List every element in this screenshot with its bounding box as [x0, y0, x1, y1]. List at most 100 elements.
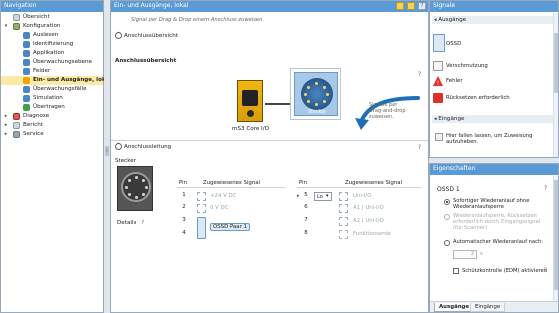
scrollbar-thumb[interactable] [554, 33, 558, 93]
nav-item-fields[interactable]: Felder [1, 67, 103, 76]
overview-section-header[interactable]: ˄ Anschlussübersicht [115, 32, 178, 39]
pin-expand-icon[interactable]: ▸ [297, 193, 300, 199]
tab-outputs[interactable]: Ausgänge [434, 303, 475, 312]
properties-scrollbar[interactable] [553, 176, 558, 301]
outputs-group-header[interactable]: ◂ Ausgänge [432, 16, 556, 24]
status-dot-icon [23, 68, 30, 75]
nav-item-overview[interactable]: Übersicht [1, 13, 103, 22]
nav-item-diagnosis[interactable]: ▸ Diagnose [1, 112, 103, 121]
auto-restart-delay-input[interactable]: 2 [453, 250, 477, 259]
signal-label: OSSD [446, 41, 462, 47]
nav-item-monitoring-plane[interactable]: Überwachungsebene [1, 58, 103, 67]
plug-icon [197, 204, 206, 213]
pin-number: 2 [182, 204, 186, 210]
level-select-value: Lo [317, 194, 323, 200]
nav-item-label: Auslesen [33, 32, 59, 38]
signal-item-reset-required[interactable]: Rücksetzen erforderlich [433, 92, 510, 104]
help-icon[interactable]: ? [141, 220, 144, 226]
properties-heading: OSSD 1 [437, 186, 460, 193]
connector-tile[interactable]: Stecker [294, 72, 338, 116]
signals-scrollbar[interactable] [553, 13, 558, 157]
table-row[interactable]: 2 0 V DC [177, 204, 285, 215]
connector-icon [301, 78, 333, 110]
warning-icon: ! [433, 76, 443, 87]
nav-item-io-local[interactable]: Ein- und Ausgänge, lokal [1, 76, 111, 85]
status-dot-icon [23, 41, 30, 48]
signals-panel: Signale ◂ Ausgänge OSSD Verschmutzung ! … [429, 0, 559, 158]
expand-icon[interactable]: ▸ [3, 112, 9, 121]
table-row[interactable]: 1 +24 V DC [177, 192, 285, 203]
collapse-icon[interactable]: ◂ [434, 17, 437, 23]
help-icon[interactable]: ? [542, 267, 549, 274]
nav-item-label: Ein- und Ausgänge, lokal [33, 77, 112, 83]
signal-item-ossd[interactable]: OSSD [433, 34, 462, 52]
pin-number: 3 [182, 217, 186, 223]
trash-icon [435, 133, 443, 141]
restart-immediate-radio[interactable] [444, 199, 450, 205]
status-dot-icon [23, 104, 30, 111]
properties-title: Eigenschaften [430, 164, 558, 175]
signal-item-contamination[interactable]: Verschmutzung [433, 60, 488, 72]
details-link[interactable]: Details ? [117, 220, 144, 226]
column-header-pin: Pin [179, 180, 188, 186]
table-row[interactable]: 4 OSSD Paar 1 [177, 223, 285, 241]
unassign-drop-zone[interactable]: Hier fallen lassen, um Zuweisung aufzuhe… [435, 133, 546, 145]
import-icon[interactable] [396, 2, 404, 10]
collapse-handle-icon[interactable]: ‹ [105, 146, 109, 156]
table-row[interactable]: ▸ 5 Lo ▾ Uni-I/O [297, 192, 421, 203]
nav-item-read-out[interactable]: Auslesen [1, 31, 103, 40]
nav-item-identification[interactable]: Identifizierung [1, 40, 103, 49]
nav-item-monitoring-cases[interactable]: Überwachungsfälle [1, 85, 103, 94]
connector-frame[interactable]: Stecker [290, 68, 341, 120]
column-header-signal: Zugewiesenes Signal [345, 180, 403, 186]
nav-item-label: Überwachungsebene [33, 59, 92, 65]
navigation-tree: Übersicht ▾ Konfiguration Auslesen Ident… [1, 13, 111, 139]
signal-item-error[interactable]: ! Fehler [433, 75, 463, 87]
overview-section-label: Anschlussübersicht [124, 33, 178, 39]
plug-icon [339, 192, 348, 201]
table-row[interactable]: 7 A2 | Uni-I/O [297, 217, 421, 228]
nav-item-report[interactable]: ▸ Bericht [1, 121, 103, 130]
section-divider [111, 140, 428, 141]
restart-immediate-label: Sofortiger Wiederanlauf ohne Wiederanlau… [453, 198, 530, 210]
table-row[interactable]: 6 A1 | Uni-I/O [297, 204, 421, 215]
nav-item-simulation[interactable]: Simulation [1, 94, 103, 103]
collapse-icon[interactable]: ˄ [115, 143, 122, 150]
nav-item-service[interactable]: ▸ Service [1, 130, 103, 139]
export-icon[interactable] [407, 2, 415, 10]
assigned-signal: Uni-I/O [353, 193, 372, 199]
properties-tabbar: Ausgänge Eingänge [430, 301, 558, 312]
assigned-signal[interactable]: OSSD Paar 1 [210, 223, 250, 231]
table-row[interactable]: 8 Funktionserde [297, 230, 421, 241]
level-select[interactable]: Lo ▾ [314, 192, 332, 201]
nav-item-label: Applikation [33, 50, 65, 56]
collapse-icon[interactable]: ◂ [434, 116, 437, 122]
collapse-icon[interactable]: ˄ [115, 32, 122, 39]
expand-icon[interactable]: ▸ [3, 130, 9, 139]
properties-panel: Eigenschaften OSSD 1 ? Sofortiger Wieder… [429, 163, 559, 313]
help-icon[interactable]: ? [542, 185, 549, 192]
edm-checkbox[interactable] [453, 268, 459, 274]
pin-number: 8 [304, 230, 308, 236]
restart-interlock-radio[interactable] [444, 214, 450, 220]
expand-icon[interactable]: ▸ [3, 121, 9, 130]
navigation-panel: Navigation Übersicht ▾ Konfiguration Aus… [0, 0, 111, 313]
help-icon[interactable]: ? [418, 2, 426, 10]
wiring-section-header[interactable]: ˄ Anschlussleitung [115, 143, 171, 150]
nav-item-label: Diagnose [23, 113, 50, 119]
nav-item-application[interactable]: Applikation [1, 49, 103, 58]
scrollbar-thumb[interactable] [554, 180, 558, 290]
connector-title: Stecker [115, 158, 137, 164]
nav-item-label: Felder [33, 68, 51, 74]
nav-item-configuration[interactable]: ▾ Konfiguration [1, 22, 103, 31]
collapse-icon[interactable]: ▾ [3, 22, 9, 31]
nav-item-transfer[interactable]: Übertragen [1, 103, 103, 112]
tab-inputs[interactable]: Eingänge [470, 303, 506, 312]
nav-item-label: Überwachungsfälle [33, 86, 87, 92]
device-image [237, 80, 263, 122]
details-label: Details [117, 220, 137, 226]
inputs-group-header[interactable]: ◂ Eingänge [432, 115, 556, 123]
auto-restart-radio[interactable] [444, 240, 450, 246]
connector-pinout-icon [121, 172, 151, 202]
contamination-icon [433, 61, 443, 71]
